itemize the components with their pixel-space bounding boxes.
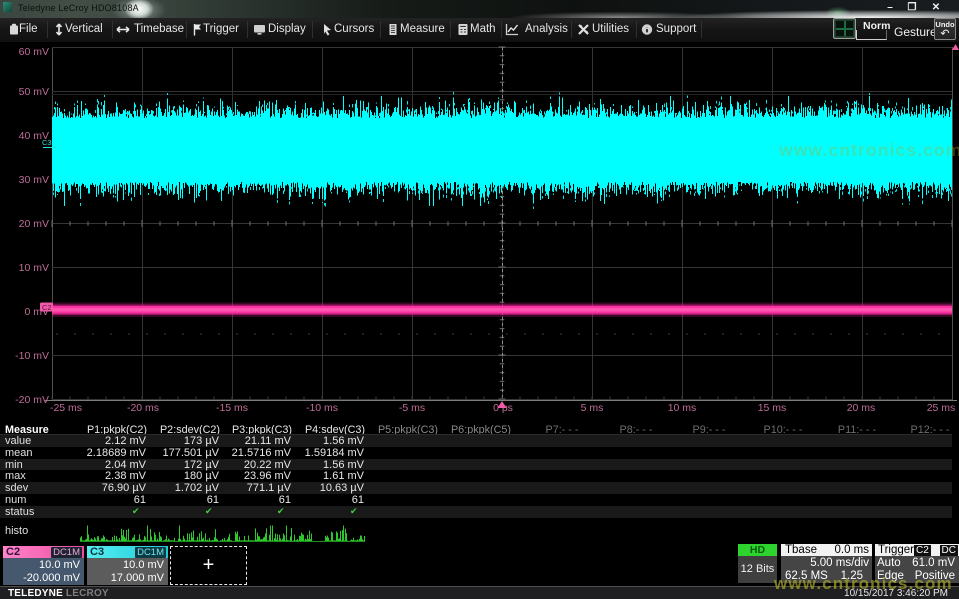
svg-text:50 mV: 50 mV [19, 86, 49, 98]
svg-text:-25 ms: -25 ms [50, 402, 82, 414]
svg-text:10 ms: 10 ms [668, 402, 697, 414]
svg-text:60 mV: 60 mV [19, 46, 49, 58]
svg-text:-10 mV: -10 mV [15, 350, 49, 362]
svg-text:20 ms: 20 ms [847, 402, 876, 414]
svg-text:-15 ms: -15 ms [216, 402, 248, 414]
svg-text:25 ms: 25 ms [927, 402, 956, 414]
svg-text:15 ms: 15 ms [758, 402, 787, 414]
svg-text:-20 ms: -20 ms [127, 402, 159, 414]
svg-text:30 mV: 30 mV [19, 174, 49, 186]
svg-text:5 ms: 5 ms [581, 402, 604, 414]
svg-text:C2: C2 [42, 303, 52, 312]
svg-text:C3: C3 [42, 138, 52, 147]
svg-text:20 mV: 20 mV [19, 218, 49, 230]
svg-text:-5 ms: -5 ms [399, 402, 425, 414]
svg-text:-10 ms: -10 ms [306, 402, 338, 414]
svg-text:10 mV: 10 mV [19, 262, 49, 274]
svg-text:-20 mV: -20 mV [15, 394, 49, 406]
